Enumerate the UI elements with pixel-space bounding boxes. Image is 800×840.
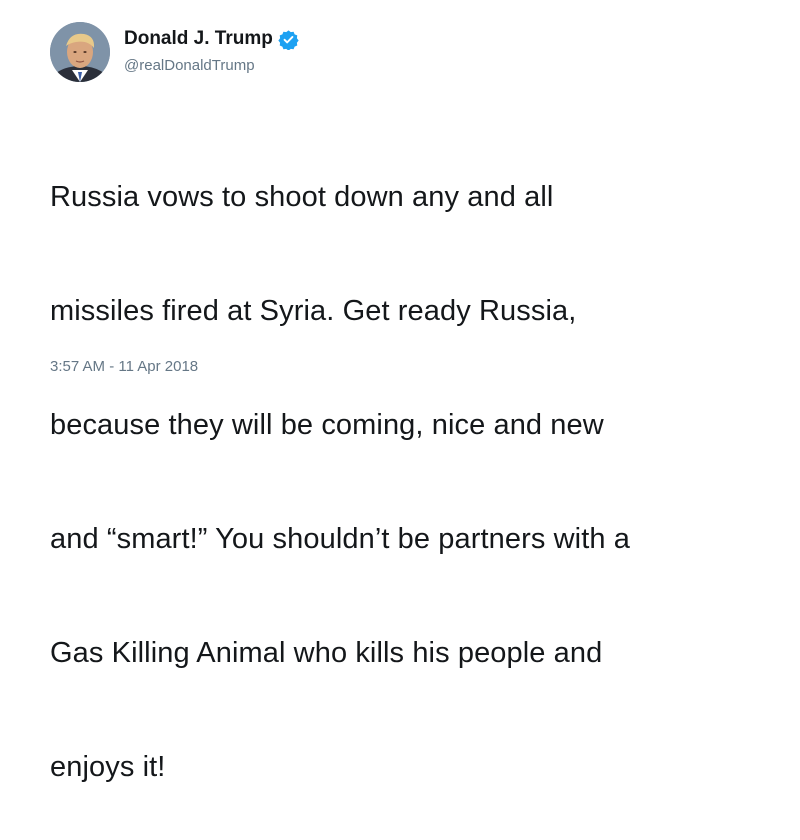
tweet-timestamp[interactable]: 3:57 AM - 11 Apr 2018 xyxy=(50,358,198,375)
display-name[interactable]: Donald J. Trump xyxy=(124,28,273,50)
user-names: Donald J. Trump @realDonaldTrump xyxy=(124,22,299,74)
profile-photo-icon xyxy=(50,22,110,82)
tweet-text-line: Russia vows to shoot down any and all xyxy=(50,181,554,213)
tweet-text-line: and “smart!” You shouldn’t be partners w… xyxy=(50,523,630,555)
name-row: Donald J. Trump xyxy=(124,26,299,52)
tweet-text: Russia vows to shoot down any and all mi… xyxy=(50,102,770,840)
tweet-text-line: because they will be coming, nice and ne… xyxy=(50,409,604,441)
tweet-text-line: Gas Killing Animal who kills his people … xyxy=(50,637,603,669)
tweet-text-line: missiles fired at Syria. Get ready Russi… xyxy=(50,295,577,327)
verified-badge-icon xyxy=(278,29,299,50)
avatar[interactable] xyxy=(50,22,110,82)
user-handle[interactable]: @realDonaldTrump xyxy=(124,57,299,74)
tweet-text-line: enjoys it! xyxy=(50,751,166,783)
tweet-header: Donald J. Trump @realDonaldTrump xyxy=(50,22,299,82)
tweet-card: Donald J. Trump @realDonaldTrump Russia … xyxy=(0,0,800,783)
